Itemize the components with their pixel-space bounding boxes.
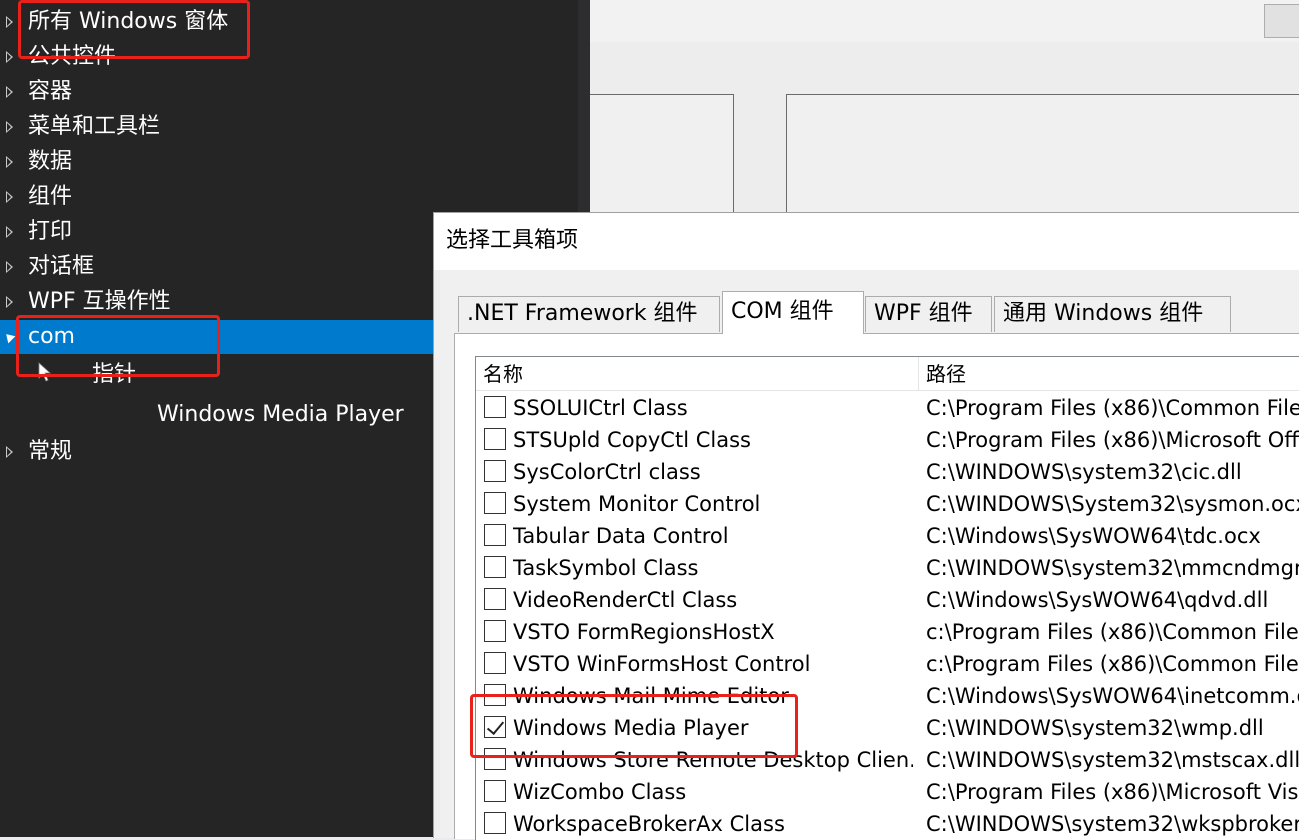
table-row[interactable]: System Monitor Control C:\WINDOWS\System… bbox=[476, 488, 1299, 520]
component-name: VSTO WinFormsHost Control bbox=[513, 652, 811, 676]
expand-arrow-icon[interactable] bbox=[6, 296, 13, 308]
toolbox-group-label: WPF 互操作性 bbox=[28, 289, 171, 314]
minimize-button[interactable] bbox=[1264, 4, 1299, 38]
table-row[interactable]: TaskSymbol Class C:\WINDOWS\system32\mmc… bbox=[476, 552, 1299, 584]
component-path: C:\Program Files (x86)\Common Files bbox=[926, 396, 1299, 420]
component-path: C:\Windows\SysWOW64\qdvd.dll bbox=[926, 588, 1269, 612]
expand-arrow-icon[interactable] bbox=[6, 51, 13, 63]
table-row[interactable]: WizCombo Class C:\Program Files (x86)\Mi… bbox=[476, 776, 1299, 808]
annotation-all-windows-forms bbox=[18, 0, 250, 59]
table-row[interactable]: WorkspaceBrokerAx Class C:\WINDOWS\syste… bbox=[476, 808, 1299, 840]
tab-universal-windows[interactable]: 通用 Windows 组件 bbox=[994, 296, 1231, 332]
dialog-title: 选择工具箱项 bbox=[446, 228, 579, 253]
tab-net-framework[interactable]: .NET Framework 组件 bbox=[458, 296, 720, 332]
component-name: SSOLUICtrl Class bbox=[513, 396, 688, 420]
component-name: TaskSymbol Class bbox=[513, 556, 699, 580]
toolbox-group-containers[interactable]: 容器 bbox=[0, 75, 578, 109]
toolbox-group-label: 菜单和工具栏 bbox=[28, 114, 161, 139]
toolbox-group-label: 数据 bbox=[28, 149, 73, 174]
column-header-name[interactable]: 名称 bbox=[476, 357, 919, 391]
table-row[interactable]: STSUpld CopyCtl Class C:\Program Files (… bbox=[476, 424, 1299, 456]
designer-topbar bbox=[590, 0, 1299, 42]
tab-com-components[interactable]: COM 组件 bbox=[722, 291, 864, 334]
component-path: C:\Program Files (x86)\Microsoft Visu bbox=[926, 780, 1299, 804]
checkbox[interactable] bbox=[484, 620, 506, 642]
table-row[interactable]: VSTO WinFormsHost Control c:\Program Fil… bbox=[476, 648, 1299, 680]
form-panel-right bbox=[786, 94, 1299, 226]
expand-arrow-icon[interactable] bbox=[6, 446, 13, 458]
expand-arrow-icon[interactable] bbox=[6, 86, 13, 98]
component-path: C:\Windows\SysWOW64\inetcomm.d bbox=[926, 684, 1299, 708]
annotation-windows-media-player bbox=[470, 694, 798, 758]
checkbox[interactable] bbox=[484, 812, 506, 834]
checkbox[interactable] bbox=[484, 652, 506, 674]
checkbox[interactable] bbox=[484, 396, 506, 418]
column-header-path[interactable]: 路径 bbox=[919, 357, 1299, 391]
toolbox-group-label: 打印 bbox=[28, 219, 73, 244]
expand-arrow-icon[interactable] bbox=[6, 226, 13, 238]
expand-arrow-icon[interactable] bbox=[6, 156, 13, 168]
checkbox[interactable] bbox=[484, 524, 506, 546]
component-path: C:\WINDOWS\system32\mstscax.dll bbox=[926, 748, 1299, 772]
checkbox[interactable] bbox=[484, 460, 506, 482]
expand-arrow-icon[interactable] bbox=[6, 16, 13, 28]
component-path: c:\Program Files (x86)\Common Files\ bbox=[926, 620, 1299, 644]
component-path: C:\Program Files (x86)\Microsoft Offic bbox=[926, 428, 1299, 452]
tab-wpf-components[interactable]: WPF 组件 bbox=[865, 296, 992, 332]
component-name: System Monitor Control bbox=[513, 492, 761, 516]
com-components-list[interactable]: 名称 路径 SSOLUICtrl Class C:\Program Files … bbox=[475, 356, 1299, 840]
toolbox-group-menus-toolbars[interactable]: 菜单和工具栏 bbox=[0, 110, 578, 144]
toolbox-group-label: 常规 bbox=[28, 439, 73, 464]
expand-arrow-icon[interactable] bbox=[6, 191, 13, 203]
toolbox-group-label: 组件 bbox=[28, 184, 73, 209]
expand-arrow-icon[interactable] bbox=[6, 261, 13, 273]
checkbox[interactable] bbox=[484, 588, 506, 610]
component-name: Tabular Data Control bbox=[513, 524, 729, 548]
dialog-titlebar: 选择工具箱项 bbox=[434, 213, 1299, 270]
component-name: WizCombo Class bbox=[513, 780, 687, 804]
toolbox-group-label: 对话框 bbox=[28, 254, 95, 279]
collapse-arrow-icon[interactable] bbox=[2, 330, 16, 344]
component-name: WorkspaceBrokerAx Class bbox=[513, 812, 785, 836]
expand-arrow-icon[interactable] bbox=[6, 121, 13, 133]
component-path: C:\WINDOWS\system32\mmcndmgr. bbox=[926, 556, 1299, 580]
component-path: C:\Windows\SysWOW64\tdc.ocx bbox=[926, 524, 1261, 548]
component-path: C:\WINDOWS\system32\wkspbrokerA bbox=[926, 812, 1299, 836]
toolbox-group-components[interactable]: 组件 bbox=[0, 180, 578, 214]
component-path: C:\WINDOWS\System32\sysmon.ocx bbox=[926, 492, 1299, 516]
table-row[interactable]: VSTO FormRegionsHostX c:\Program Files (… bbox=[476, 616, 1299, 648]
component-path: c:\Program Files (x86)\Common Files\ bbox=[926, 652, 1299, 676]
form-panel-left bbox=[590, 94, 734, 226]
table-row[interactable]: VideoRenderCtl Class C:\Windows\SysWOW64… bbox=[476, 584, 1299, 616]
component-name: STSUpld CopyCtl Class bbox=[513, 428, 751, 452]
checkbox[interactable] bbox=[484, 428, 506, 450]
checkbox[interactable] bbox=[484, 492, 506, 514]
annotation-com-group bbox=[16, 315, 220, 377]
component-path: C:\WINDOWS\system32\cic.dll bbox=[926, 460, 1242, 484]
table-row[interactable]: Tabular Data Control C:\Windows\SysWOW64… bbox=[476, 520, 1299, 552]
table-row[interactable]: SysColorCtrl class C:\WINDOWS\system32\c… bbox=[476, 456, 1299, 488]
component-name: VSTO FormRegionsHostX bbox=[513, 620, 775, 644]
toolbox-group-data[interactable]: 数据 bbox=[0, 145, 578, 179]
table-row[interactable]: SSOLUICtrl Class C:\Program Files (x86)\… bbox=[476, 392, 1299, 424]
tab-panel: 名称 路径 SSOLUICtrl Class C:\Program Files … bbox=[454, 333, 1299, 840]
component-name: SysColorCtrl class bbox=[513, 460, 701, 484]
toolbox-item-windows-media-player[interactable]: Windows Media Player bbox=[157, 402, 404, 428]
toolbox-group-label: 容器 bbox=[28, 79, 73, 104]
component-name: VideoRenderCtl Class bbox=[513, 588, 738, 612]
component-path: C:\WINDOWS\system32\wmp.dll bbox=[926, 716, 1264, 740]
checkbox[interactable] bbox=[484, 780, 506, 802]
checkbox[interactable] bbox=[484, 556, 506, 578]
